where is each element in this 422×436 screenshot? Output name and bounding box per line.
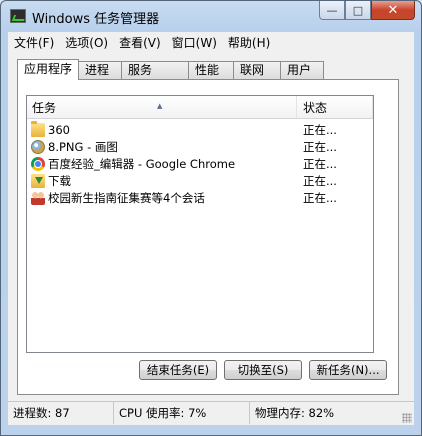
users-icon — [31, 191, 45, 205]
tab-users[interactable]: 用户 — [280, 61, 325, 79]
tab-processes[interactable]: 进程 — [78, 61, 123, 79]
task-manager-icon — [10, 9, 26, 23]
menu-windows[interactable]: 窗口(W) — [166, 34, 222, 51]
restore-button[interactable]: □ — [345, 1, 371, 20]
switch-to-button[interactable]: 切换至(S) — [224, 360, 302, 380]
close-button[interactable]: ✕ — [371, 1, 415, 20]
cpu-usage: CPU 使用率: 7% — [114, 402, 250, 424]
minimize-button[interactable]: — — [319, 1, 345, 20]
column-status-label: 状态 — [303, 101, 328, 115]
tab-strip: 应用程序 进程 服务 性能 联网 用户 — [17, 59, 325, 80]
task-name: 8.PNG - 画图 — [48, 140, 118, 154]
task-manager-window: Windows 任务管理器 — □ ✕ 文件(F) 选项(O) 查看(V) 窗口… — [0, 0, 422, 436]
tab-services[interactable]: 服务 — [121, 61, 190, 79]
end-task-button[interactable]: 结束任务(E) — [139, 360, 217, 380]
resize-grip-icon[interactable] — [402, 413, 412, 423]
task-name: 360 — [48, 123, 70, 137]
task-status: 正在... — [303, 174, 337, 188]
menu-view[interactable]: 查看(V) — [113, 34, 166, 51]
tab-applications[interactable]: 应用程序 — [17, 59, 80, 80]
list-item[interactable]: 360 正在... — [27, 121, 373, 139]
task-status: 正在... — [303, 123, 337, 137]
task-name: 校园新生指南征集赛等4个会话 — [48, 191, 205, 205]
menu-file[interactable]: 文件(F) — [8, 34, 59, 51]
list-item[interactable]: 8.PNG - 画图 正在... — [27, 139, 373, 156]
folder-icon — [31, 121, 45, 137]
menu-bar: 文件(F) 选项(O) 查看(V) 窗口(W) 帮助(H) — [8, 32, 414, 53]
menu-options[interactable]: 选项(O) — [59, 34, 113, 51]
physical-memory: 物理内存: 82% — [255, 406, 335, 420]
new-task-button[interactable]: 新任务(N)... — [309, 360, 387, 380]
list-header: ▲ 任务 状态 — [27, 96, 373, 119]
client-area: 应用程序 进程 服务 性能 联网 用户 ▲ 任务 状态 360 正在... 8.… — [8, 53, 414, 401]
column-task-label: 任务 — [32, 101, 57, 115]
task-name: 百度经验_编辑器 - Google Chrome — [48, 157, 236, 171]
task-list[interactable]: ▲ 任务 状态 360 正在... 8.PNG - 画图 正在... 百度经验_… — [26, 95, 374, 353]
list-item[interactable]: 下载 正在... — [27, 173, 373, 190]
list-item[interactable]: 百度经验_编辑器 - Google Chrome 正在... — [27, 156, 373, 173]
download-folder-icon — [31, 174, 45, 188]
tab-networking[interactable]: 联网 — [233, 61, 282, 79]
menu-help[interactable]: 帮助(H) — [222, 34, 275, 51]
task-status: 正在... — [303, 140, 337, 154]
column-header-status[interactable]: 状态 — [297, 96, 373, 118]
sort-up-icon: ▲ — [157, 102, 163, 110]
window-title: Windows 任务管理器 — [32, 12, 160, 27]
task-status: 正在... — [303, 191, 337, 205]
title-bar[interactable]: Windows 任务管理器 — □ ✕ — [1, 1, 421, 31]
window-controls: — □ ✕ — [319, 1, 415, 21]
task-name: 下载 — [48, 174, 71, 188]
column-header-task[interactable]: ▲ 任务 — [27, 96, 297, 118]
tab-performance[interactable]: 性能 — [188, 61, 235, 79]
status-bar: 进程数: 87 CPU 使用率: 7% 物理内存: 82% — [8, 401, 414, 425]
task-status: 正在... — [303, 157, 337, 171]
paint-icon — [31, 140, 45, 154]
process-count: 进程数: 87 — [8, 402, 114, 424]
chrome-icon — [31, 157, 45, 171]
list-item[interactable]: 校园新生指南征集赛等4个会话 正在... — [27, 190, 373, 207]
